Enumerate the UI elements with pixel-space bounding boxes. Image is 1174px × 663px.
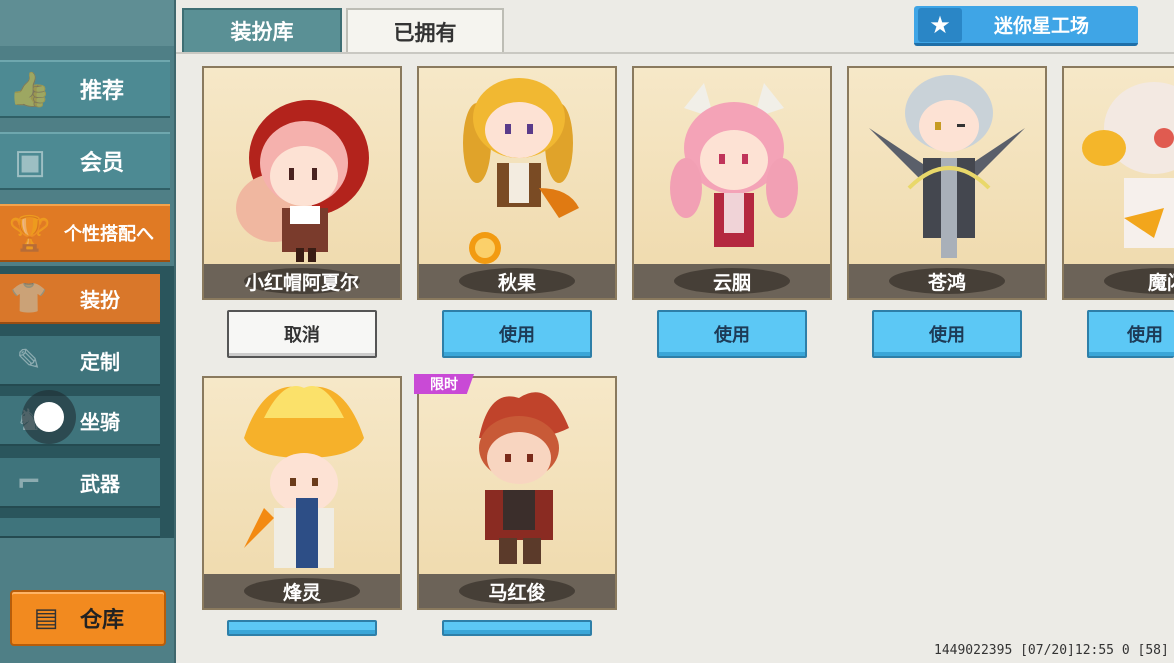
skin-card[interactable]: 秋果 <box>417 66 617 300</box>
skin-card[interactable]: 烽灵 <box>202 376 402 610</box>
sidebar-item-label: 推荐 <box>80 79 125 104</box>
sidebar-subitem-label: 坐骑 <box>80 409 120 434</box>
use-button[interactable]: 使用 <box>442 310 592 358</box>
skin-card[interactable]: 云胭 <box>632 66 832 300</box>
tab-library[interactable]: 装扮库 <box>182 8 342 54</box>
mini-workshop-button[interactable]: ★ 迷你星工场 <box>914 6 1138 46</box>
character-azure-swan-art <box>869 75 1025 258</box>
skin-name: 烽灵 <box>204 574 400 608</box>
skin-card[interactable]: 小红帽阿夏尔 <box>202 66 402 300</box>
sidebar-subitem-partial <box>0 518 160 538</box>
skin-card[interactable]: 马红俊 <box>417 376 617 610</box>
character-autumn-fruit-art <box>463 78 579 264</box>
vip-icon: ▣ <box>13 142 47 182</box>
skin-name: 云胭 <box>634 264 830 298</box>
use-button-partial[interactable] <box>442 620 592 636</box>
use-button[interactable]: 使用 <box>657 310 807 358</box>
pencil-icon: ✎ <box>16 343 42 378</box>
character-magic-flash-art <box>1082 82 1174 248</box>
sidebar-item-member[interactable]: ▣ 会员 <box>0 132 170 190</box>
cancel-button[interactable]: 取消 <box>227 310 377 358</box>
skin-card[interactable]: 苍鸿 <box>847 66 1047 300</box>
workshop-label: 迷你星工场 <box>994 15 1090 37</box>
trophy-icon: 🏆 <box>8 214 52 254</box>
character-beacon-spirit-art <box>244 386 364 568</box>
sidebar-header <box>0 0 174 46</box>
divider <box>176 52 1174 54</box>
skin-name: 苍鸿 <box>849 264 1045 298</box>
sidebar-item-personal-style[interactable]: 🏆 个性搭配へ <box>0 204 170 262</box>
sidebar-subitem-label: 定制 <box>80 349 120 374</box>
star-icon: ★ <box>918 8 962 42</box>
revolver-icon: ⌐ <box>16 465 42 500</box>
character-ma-hongjun-art <box>479 392 569 564</box>
use-button[interactable]: 使用 <box>872 310 1022 358</box>
character-cloud-rouge-art <box>670 83 798 247</box>
skin-name: 小红帽阿夏尔 <box>204 264 400 298</box>
shirt-icon: 👕 <box>10 281 48 316</box>
warehouse-button[interactable]: ▤ 仓库 <box>10 590 166 646</box>
character-red-hood-art <box>236 100 369 262</box>
sidebar-subitem-outfit[interactable]: 👕 装扮 <box>0 274 160 324</box>
skin-card-partial[interactable]: 魔闪 <box>1062 66 1174 300</box>
sidebar-item-recommend[interactable]: 👍 推荐 <box>0 60 170 118</box>
skin-name: 秋果 <box>419 264 615 298</box>
floating-assistive-button[interactable] <box>22 390 76 444</box>
thumbs-up-icon: 👍 <box>8 70 52 110</box>
sidebar: 👍 推荐 ▣ 会员 🏆 个性搭配へ 👕 装扮 ✎ 定制 ♞ 坐骑 ⌐ 武器 ▤ … <box>0 0 176 663</box>
sidebar-subitem-label: 武器 <box>80 471 120 496</box>
sidebar-item-label: 个性搭配へ <box>64 224 154 245</box>
skin-name: 马红俊 <box>419 574 615 608</box>
sidebar-subitem-weapon[interactable]: ⌐ 武器 <box>0 458 160 508</box>
status-bar: 1449022395 [07/20]12:55 0 [58] <box>934 643 1169 658</box>
sidebar-subitem-label: 装扮 <box>80 287 120 312</box>
sidebar-item-label: 会员 <box>80 151 125 176</box>
use-button[interactable]: 使用 <box>1087 310 1174 358</box>
warehouse-label: 仓库 <box>80 608 125 633</box>
use-button-partial[interactable] <box>227 620 377 636</box>
tab-owned[interactable]: 已拥有 <box>346 8 504 54</box>
sidebar-subitem-custom[interactable]: ✎ 定制 <box>0 336 160 386</box>
limited-time-badge: 限时 <box>414 374 474 394</box>
chest-icon: ▤ <box>33 603 59 633</box>
skin-name: 魔闪 <box>1064 264 1174 298</box>
